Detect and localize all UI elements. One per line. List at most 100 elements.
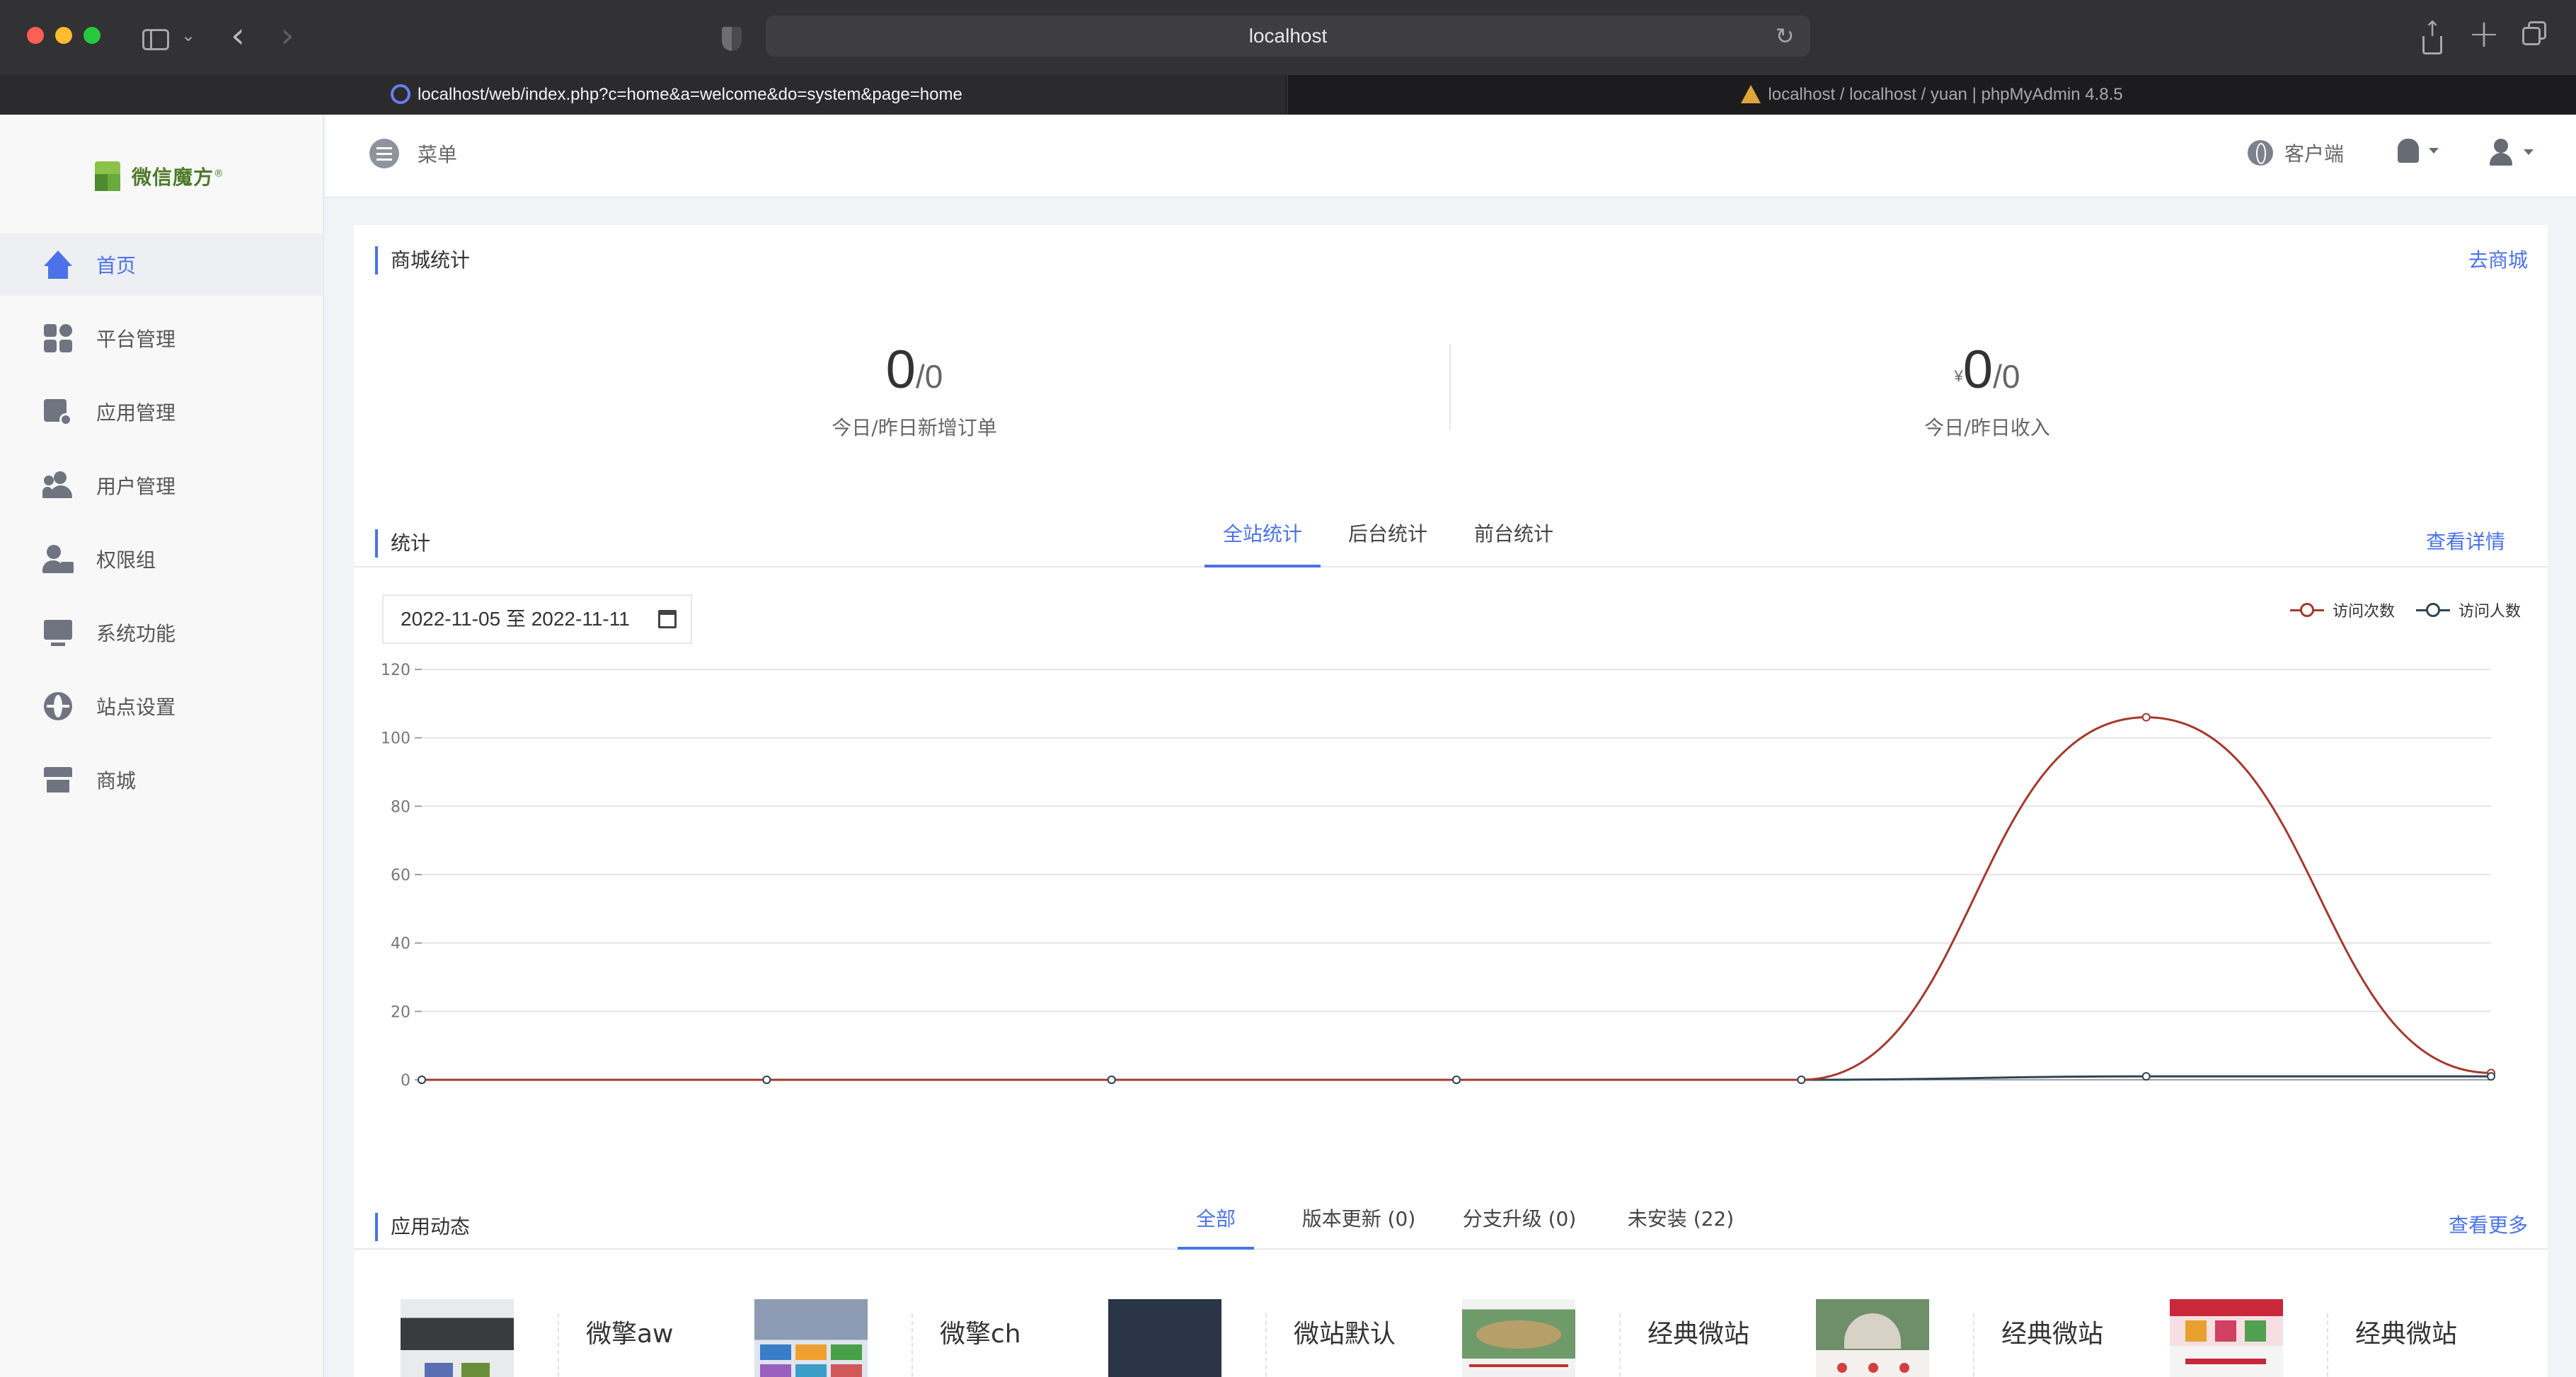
menu-label: 菜单 bbox=[418, 143, 458, 166]
legend-label: 访问人数 bbox=[2459, 603, 2522, 621]
series-line-0 bbox=[421, 716, 2492, 1081]
sidebar-item-label: 首页 bbox=[96, 254, 137, 277]
tab-apps-version-updates[interactable]: 版本更新 (0) bbox=[1278, 1193, 1439, 1252]
tab-title: localhost/web/index.php?c=home&a=welcome… bbox=[418, 85, 962, 104]
sidebar-item-apps[interactable]: 应用管理 bbox=[0, 381, 323, 443]
logo-text: 微信魔方® bbox=[132, 166, 225, 189]
menu-button[interactable]: 菜单 bbox=[369, 139, 457, 168]
apps-title: 应用动态 bbox=[375, 1213, 470, 1241]
income-label: 今日/昨日收入 bbox=[1924, 416, 2050, 439]
sidebar-item-label: 用户管理 bbox=[96, 475, 176, 498]
app-name: 经典微站 bbox=[1648, 1320, 1750, 1349]
app-thumbnail bbox=[754, 1299, 868, 1377]
tab-apps-all[interactable]: 全部 bbox=[1178, 1193, 1254, 1250]
browser-tab-phpmyadmin[interactable]: localhost / localhost / yuan | phpMyAdmi… bbox=[1288, 75, 2576, 115]
share-icon[interactable]: ↑ bbox=[2415, 16, 2450, 54]
caret-down-icon bbox=[2429, 148, 2439, 154]
divider bbox=[2327, 1313, 2328, 1377]
app-thumbnail bbox=[401, 1299, 514, 1377]
address-bar[interactable]: localhost ↻ bbox=[766, 16, 1810, 57]
legend-label: 访问次数 bbox=[2333, 603, 2396, 621]
sidebar-item-permissions[interactable]: 权限组 bbox=[0, 528, 323, 590]
address-bar-text: localhost bbox=[1248, 25, 1328, 47]
sidebar-item-store[interactable]: 商城 bbox=[0, 749, 323, 811]
view-more-link[interactable]: 查看更多 bbox=[2449, 1211, 2528, 1240]
legend-visitors[interactable]: 访问人数 bbox=[2416, 599, 2521, 621]
browser-tab-active[interactable]: localhost/web/index.php?c=home&a=welcome… bbox=[0, 75, 1287, 115]
new-tab-icon[interactable]: + bbox=[2466, 15, 2502, 53]
tab-site-stats[interactable]: 全站统计 bbox=[1204, 508, 1321, 567]
back-arrow-icon[interactable]: ‹ bbox=[224, 17, 252, 54]
sidebar-item-label: 站点设置 bbox=[96, 696, 176, 719]
data-point bbox=[1107, 1076, 1116, 1084]
app-name: 微站默认 bbox=[1294, 1320, 1396, 1349]
reload-icon[interactable]: ↻ bbox=[1771, 18, 1799, 54]
y-tick-label: 100 bbox=[381, 730, 410, 748]
client-button[interactable]: 客户端 bbox=[2248, 139, 2344, 167]
tab-frontend-stats[interactable]: 前台统计 bbox=[1468, 508, 1560, 567]
sidebar-item-platform[interactable]: 平台管理 bbox=[0, 307, 323, 369]
zoom-window-button[interactable] bbox=[84, 27, 100, 44]
date-range-picker[interactable]: 2022-11-05 至 2022-11-11 bbox=[382, 594, 692, 644]
site-favicon-icon bbox=[391, 83, 410, 104]
grid-icon bbox=[42, 323, 74, 354]
monitor-icon bbox=[42, 617, 74, 648]
top-bar: 菜单 客户端 bbox=[326, 115, 2576, 198]
privacy-shield-icon[interactable] bbox=[718, 17, 746, 54]
chevron-down-icon[interactable]: ⌄ bbox=[178, 17, 198, 54]
y-tick-label: 0 bbox=[401, 1072, 410, 1088]
tab-apps-branch-upgrades[interactable]: 分支升级 (0) bbox=[1438, 1193, 1601, 1252]
main-panel: 商城统计 去商城 0/0 今日/昨日新增订单 ¥0/0 今日/昨日收入 统计 全… bbox=[354, 225, 2548, 1377]
store-icon bbox=[42, 764, 74, 795]
data-point bbox=[418, 1076, 426, 1084]
app-thumbnail bbox=[1108, 1299, 1221, 1377]
app-thumbnail bbox=[2170, 1299, 2283, 1377]
sidebar-item-users[interactable]: 用户管理 bbox=[0, 454, 323, 517]
cube-gear-icon bbox=[42, 396, 74, 427]
user-menu-button[interactable] bbox=[2488, 139, 2534, 166]
y-tick-label: 120 bbox=[381, 662, 410, 679]
y-tick-label: 80 bbox=[391, 798, 410, 816]
date-range-text: 2022-11-05 至 2022-11-11 bbox=[401, 608, 630, 630]
sidebar-item-site-settings[interactable]: 站点设置 bbox=[0, 675, 323, 737]
sidebar-item-home[interactable]: 首页 bbox=[0, 234, 323, 296]
globe-icon bbox=[2248, 140, 2273, 166]
legend-visits[interactable]: 访问次数 bbox=[2290, 599, 2395, 621]
sidebar-item-label: 权限组 bbox=[96, 548, 156, 572]
view-details-link[interactable]: 查看详情 bbox=[2426, 528, 2505, 556]
forward-arrow-icon[interactable]: › bbox=[273, 17, 301, 54]
list-menu-icon bbox=[369, 139, 399, 168]
tab-apps-not-installed[interactable]: 未安装 (22) bbox=[1599, 1193, 1762, 1252]
sidebar-item-label: 应用管理 bbox=[96, 401, 176, 425]
y-tick-label: 20 bbox=[391, 1003, 410, 1021]
notifications-button[interactable] bbox=[2398, 139, 2439, 163]
income-values: ¥0/0 bbox=[1954, 340, 2020, 400]
home-icon bbox=[42, 249, 74, 280]
divider bbox=[1973, 1313, 1974, 1377]
close-window-button[interactable] bbox=[27, 27, 44, 44]
income-stat: ¥0/0 今日/昨日收入 bbox=[1718, 338, 2256, 441]
phpmyadmin-favicon-icon bbox=[1741, 84, 1761, 103]
divider bbox=[912, 1313, 913, 1377]
client-label: 客户端 bbox=[2284, 142, 2345, 166]
app-name: 微擎ch bbox=[940, 1320, 1021, 1349]
tab-backend-stats[interactable]: 后台统计 bbox=[1342, 508, 1434, 567]
stats-title: 统计 bbox=[375, 529, 430, 558]
user-icon bbox=[2488, 139, 2514, 166]
logo[interactable]: 微信魔方® bbox=[92, 159, 224, 194]
divider bbox=[1265, 1313, 1267, 1377]
tab-overview-icon[interactable] bbox=[2517, 16, 2553, 52]
sidebar-toggle-icon[interactable] bbox=[137, 17, 174, 54]
sidebar-item-label: 系统功能 bbox=[96, 622, 176, 645]
sidebar-item-system[interactable]: 系统功能 bbox=[0, 601, 323, 664]
divider bbox=[1449, 344, 1451, 430]
data-point bbox=[1797, 1076, 1806, 1084]
mall-stats-title: 商城统计 bbox=[375, 246, 470, 275]
minimize-window-button[interactable] bbox=[55, 27, 72, 44]
go-to-mall-link[interactable]: 去商城 bbox=[2468, 246, 2528, 275]
orders-stat: 0/0 今日/昨日新增订单 bbox=[645, 338, 1183, 441]
user-lock-icon bbox=[42, 543, 74, 575]
app-name: 微擎aw bbox=[586, 1320, 674, 1349]
browser-chrome: ⌄ ‹ › localhost ↻ ↑ + localhost/web/inde… bbox=[0, 0, 2576, 115]
app-thumbnail bbox=[1462, 1299, 1575, 1377]
